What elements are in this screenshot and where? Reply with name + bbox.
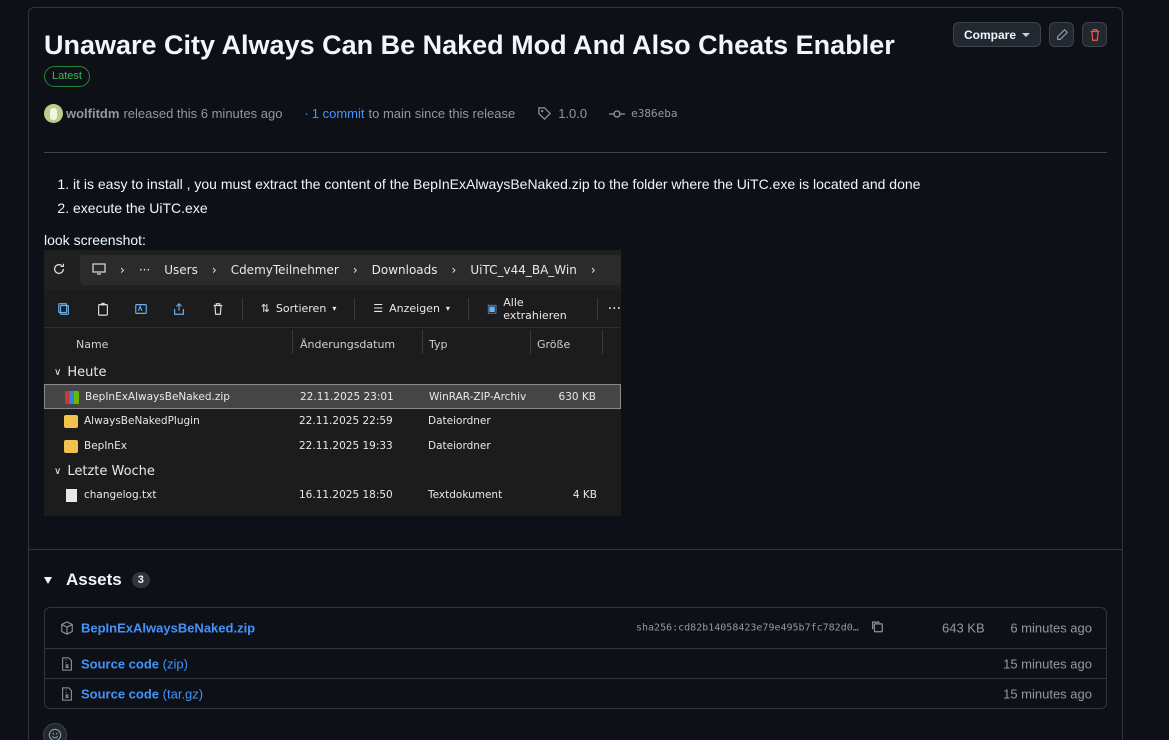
copy-icon [50,295,78,323]
commits-prefix: · [304,106,309,121]
edit-release-button[interactable] [1049,22,1074,47]
file-zip-icon [60,686,74,701]
copy-icon[interactable] [870,620,884,637]
list-view-icon: ☰ [373,302,384,315]
more-options-icon: ··· [607,300,621,317]
trash-icon [1090,28,1099,41]
asset-sha: sha256:cd82b14058423e79e495b7fc782d0… [636,622,859,634]
column-type: Typ [429,338,448,351]
chevron-right-icon: › [211,263,217,277]
extract-all-button: ▣ Alle extrahieren [486,295,567,322]
explorer-toolbar: ⇅ Sortieren ▾ ☰ Anzeigen ▾ ▣ Alle extrahieren… [44,290,621,328]
zip-icon [65,391,79,404]
asset-row: Source code (tar.gz) 15 minutes ago [45,678,1106,708]
triangle-down-icon [44,576,52,584]
group-header-last-week: ∨ Letzte Woche [54,463,155,479]
explorer-screenshot-image: › ··· Users › CdemyTeilnehmer › Download… [44,250,621,516]
released-text: released this 6 minutes ago [123,106,283,121]
divider [44,152,1107,153]
assets-toggle[interactable]: Assets 3 [44,570,150,590]
asset-row: Source code (zip) 15 minutes ago [45,648,1106,678]
release-card: Unaware City Always Can Be Naked Mod And… [28,7,1123,740]
assets-heading: Assets [66,570,122,589]
column-name: Name [76,338,109,351]
chevron-down-icon: ∨ [54,366,62,378]
share-icon [165,295,193,323]
release-actions: Compare [952,22,1107,47]
chevron-right-icon: › [451,263,457,277]
sort-icon: ⇅ [260,302,270,315]
delete-release-button[interactable] [1082,22,1107,47]
release-notes: it is easy to install , you must extract… [44,172,920,220]
group-header-today: ∨ Heute [54,364,107,380]
package-icon [60,621,74,635]
step-item: it is easy to install , you must extract… [73,172,920,196]
column-size: Größe [537,338,571,351]
explorer-column-header: Name Änderungsdatum Typ Größe [44,330,621,360]
chevron-right-icon: › [120,263,125,277]
asset-time: 15 minutes ago [1003,656,1092,671]
explorer-address-bar: › ··· Users › CdemyTeilnehmer › Download… [80,255,621,285]
path-segment: UiTC_v44_BA_Win [470,263,577,277]
asset-time: 15 minutes ago [1003,686,1092,701]
compare-button[interactable]: Compare [952,22,1041,47]
look-screenshot-text: look screenshot: [44,232,146,248]
column-date: Änderungsdatum [300,338,396,351]
release-title: Unaware City Always Can Be Naked Mod And… [44,30,895,60]
path-segment: ··· [138,263,151,277]
path-segment: Users [164,263,198,277]
step-item: execute the UiTC.exe [73,196,920,220]
chevron-down-icon: ∨ [54,465,62,477]
view-button: ☰ Anzeigen ▾ [373,302,450,315]
tag-icon [537,106,552,121]
assets-list: BepInExAlwaysBeNaked.zip sha256:cd82b140… [44,607,1107,709]
source-code-targz-link[interactable]: Source code (tar.gz) [81,686,203,701]
asset-size: 643 KB [942,620,985,636]
refresh-icon [52,262,66,279]
explorer-address-row: › ··· Users › CdemyTeilnehmer › Download… [44,250,621,290]
paste-icon [88,295,116,323]
extract-icon: ▣ [486,302,498,315]
asset-row: BepInExAlwaysBeNaked.zip sha256:cd82b140… [45,608,1106,648]
latest-badge: Latest [44,66,90,87]
trash-icon [203,295,231,323]
asset-time: 6 minutes ago [1010,620,1092,636]
chevron-right-icon: › [352,263,358,277]
tag-link[interactable]: 1.0.0 [558,106,587,121]
rename-icon [127,295,155,323]
file-zip-icon [60,656,74,671]
file-row: BepInEx 22.11.2025 19:33 Dateiordner [44,434,621,459]
file-row: BepInExAlwaysBeNaked.zip 22.11.2025 23:0… [44,384,621,409]
author-link[interactable]: wolfitdm [66,106,119,121]
chevron-down-icon: ▾ [445,304,450,313]
source-code-zip-link[interactable]: Source code (zip) [81,656,188,671]
folder-icon [64,440,78,453]
sort-button: ⇅ Sortieren ▾ [260,302,337,315]
commit-icon [609,108,626,120]
compare-label: Compare [963,27,1016,42]
assets-count-badge: 3 [131,572,150,588]
commits-suffix: to main since this release [368,106,516,121]
file-row: changelog.txt 16.11.2025 18:50 Textdokum… [44,483,621,508]
commits-link[interactable]: 1 commit [312,106,365,121]
asset-download-link[interactable]: BepInExAlwaysBeNaked.zip [81,621,255,636]
commit-sha-link[interactable]: e386eba [631,107,677,120]
monitor-icon [92,262,106,278]
divider [29,549,1122,550]
path-segment: Downloads [371,263,438,277]
release-meta: wolfitdm released this 6 minutes ago · 1… [44,104,677,123]
chevron-down-icon: ▾ [332,304,337,313]
pencil-icon [1056,28,1068,40]
file-row: AlwaysBeNakedPlugin 22.11.2025 22:59 Dat… [44,409,621,434]
text-file-icon [66,489,77,502]
path-segment: CdemyTeilnehmer [230,263,339,277]
add-reaction-button[interactable] [43,723,67,740]
chevron-down-icon [1022,32,1030,37]
folder-icon [64,415,78,428]
chevron-right-icon: › [590,263,596,277]
avatar[interactable] [44,104,63,123]
smiley-icon [48,728,62,740]
